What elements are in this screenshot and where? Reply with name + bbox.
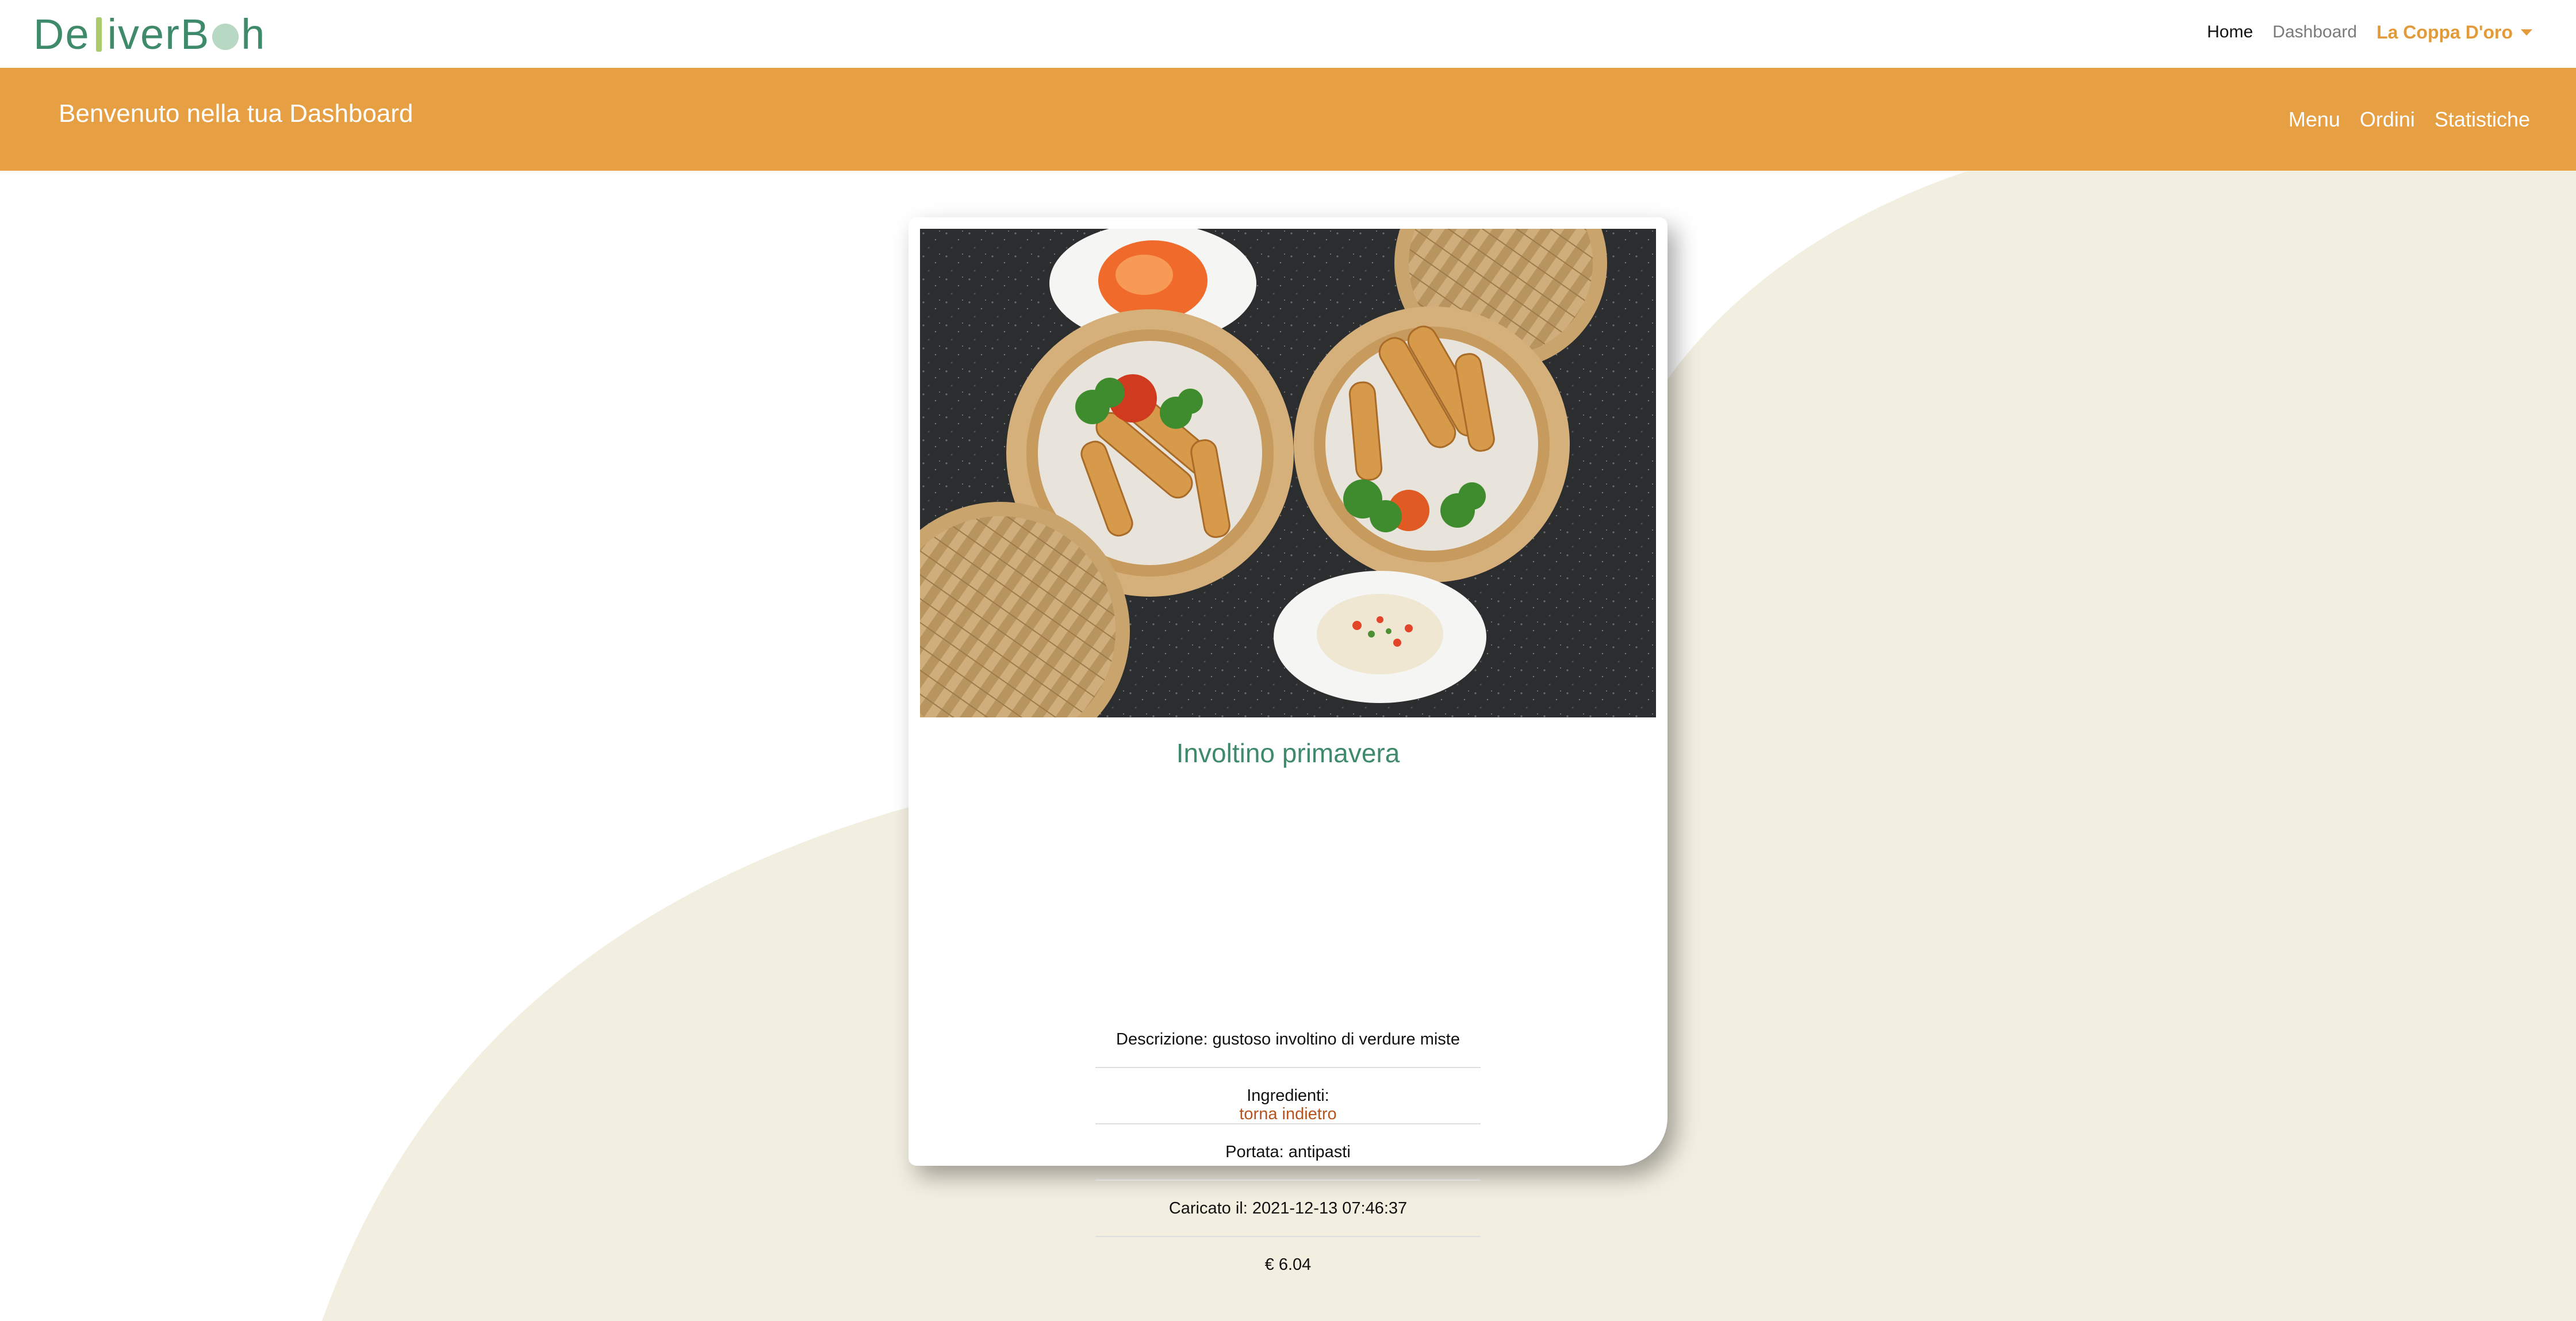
user-dropdown[interactable]: La Coppa D'oro	[2376, 16, 2532, 48]
fork-icon	[95, 17, 102, 52]
deliverboh-logo[interactable]: De iverB h	[33, 10, 266, 59]
back-link-wrapper: torna indietro	[908, 1105, 1667, 1124]
dashboard-nav: Menu Ordini Statistiche	[2288, 103, 2530, 136]
dish-details-list: Descrizione: gustoso involtino di verdur…	[1095, 1012, 1481, 1292]
top-navbar: De iverB h Home Dashboard La Coppa D'oro	[0, 0, 2576, 68]
nav-statistiche-link[interactable]: Statistiche	[2435, 103, 2530, 136]
dish-name: Involtino primavera	[1176, 738, 1400, 768]
nav-ordini-link[interactable]: Ordini	[2360, 103, 2415, 136]
dish-image	[920, 229, 1656, 717]
dashboard-title: Benvenuto nella tua Dashboard	[59, 99, 413, 128]
dashboard-header: Benvenuto nella tua Dashboard Menu Ordin…	[0, 68, 2576, 171]
dish-photo	[920, 229, 1656, 717]
caret-down-icon	[2521, 29, 2532, 36]
dish-description: Descrizione: gustoso involtino di verdur…	[1095, 1012, 1481, 1068]
back-link[interactable]: torna indietro	[1239, 1105, 1336, 1123]
nav-home-link[interactable]: Home	[2207, 16, 2253, 48]
dish-uploaded-at: Caricato il: 2021-12-13 07:46:37	[1095, 1181, 1481, 1237]
topnav-links: Home Dashboard La Coppa D'oro	[2207, 16, 2532, 48]
nav-menu-link[interactable]: Menu	[2288, 103, 2340, 136]
dish-course: Portata: antipasti	[1095, 1124, 1481, 1181]
dish-price: € 6.04	[1264, 1255, 1312, 1274]
nav-dashboard-link[interactable]: Dashboard	[2272, 16, 2357, 48]
user-name: La Coppa D'oro	[2376, 22, 2513, 43]
plate-icon	[212, 24, 239, 50]
dish-card: Involtino primavera Descrizione: gustoso…	[908, 217, 1667, 1274]
